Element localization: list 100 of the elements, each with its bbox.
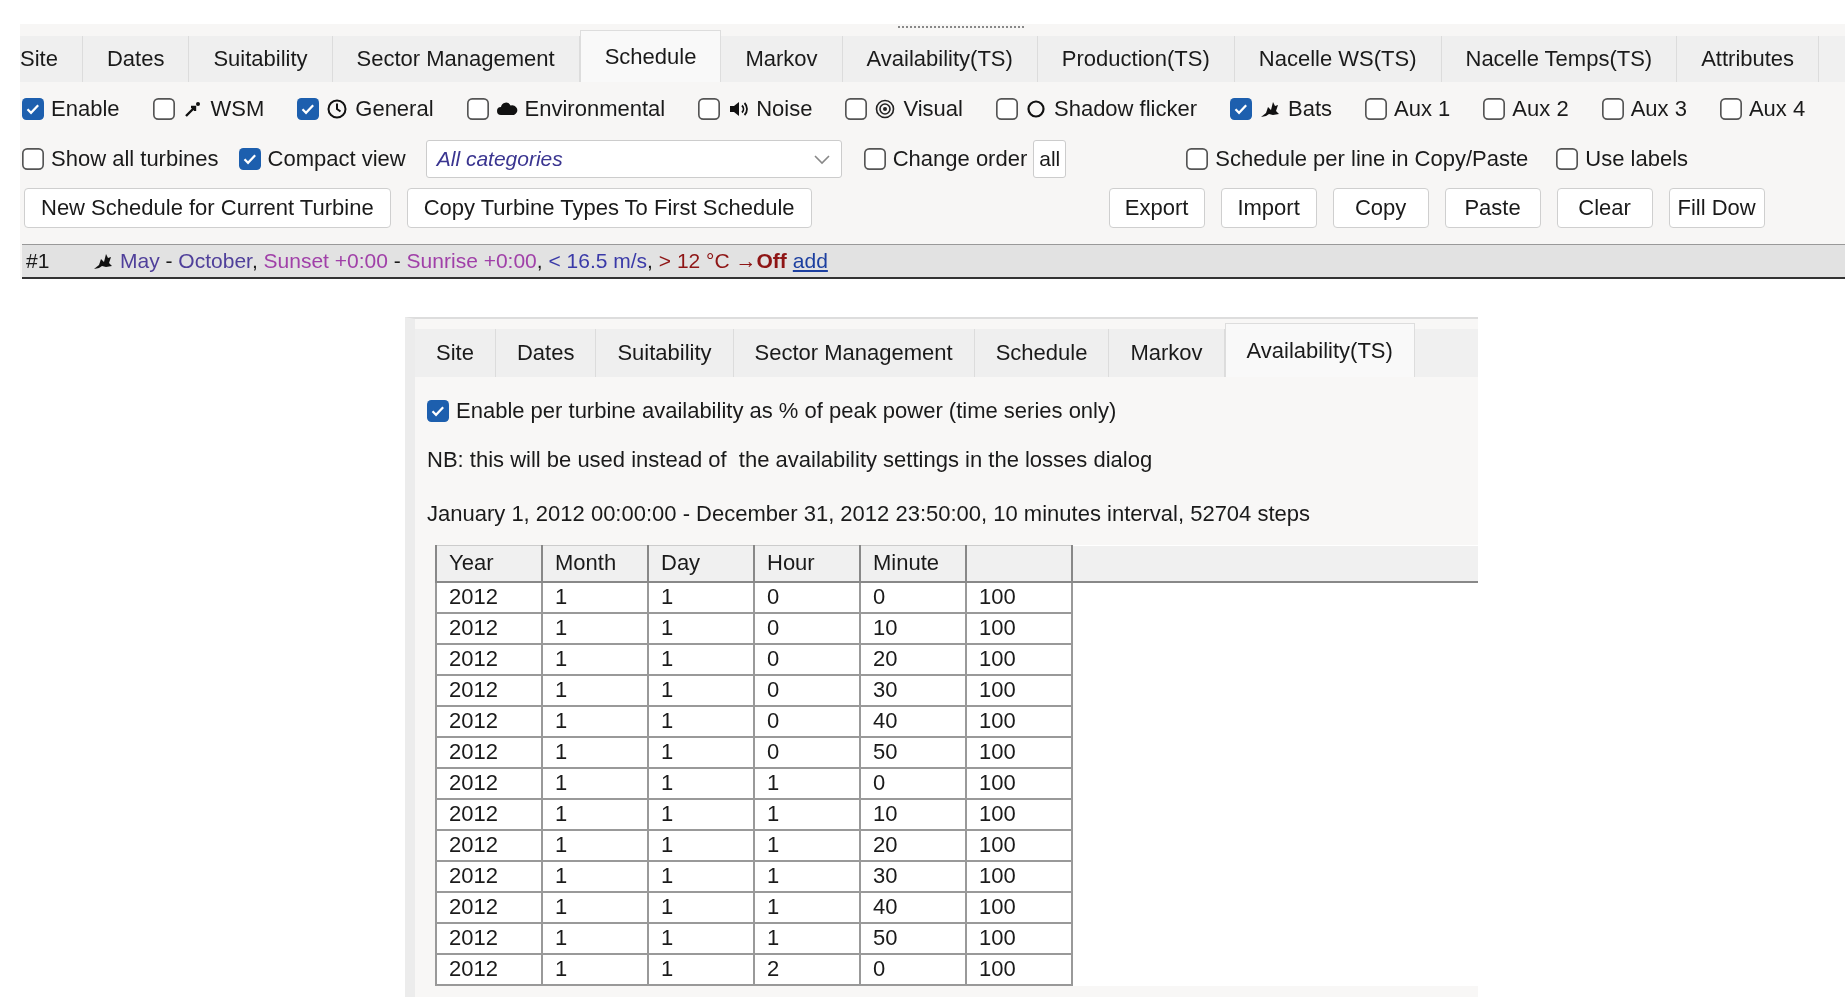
table-cell: 1 bbox=[648, 860, 754, 892]
button[interactable]: Clear bbox=[1556, 188, 1653, 228]
tab[interactable]: Site bbox=[20, 36, 83, 82]
checkbox[interactable] bbox=[297, 98, 320, 120]
column-header: Minute bbox=[860, 545, 966, 582]
table-cell: 2012 bbox=[436, 581, 542, 613]
checkbox[interactable] bbox=[1719, 98, 1742, 120]
table-cell: 50 bbox=[860, 736, 966, 768]
table-cell: 100 bbox=[966, 953, 1072, 985]
table-cell: 2 bbox=[754, 953, 860, 985]
checkbox[interactable] bbox=[22, 98, 44, 120]
table-cell: 10 bbox=[860, 612, 966, 644]
table-cell: 0 bbox=[860, 581, 966, 613]
checkbox-label: Use labels bbox=[1585, 146, 1689, 172]
table-cell: 10 bbox=[860, 798, 966, 830]
table-cell: 2012 bbox=[436, 922, 542, 954]
checkbox-label: Visual bbox=[903, 96, 963, 122]
table-cell: 1 bbox=[542, 891, 648, 923]
column-header: Day bbox=[648, 545, 754, 582]
table-cell: 0 bbox=[754, 643, 860, 675]
table-cell: 100 bbox=[966, 674, 1072, 706]
button[interactable]: Fill Dow bbox=[1668, 188, 1765, 228]
table-cell: 0 bbox=[754, 612, 860, 644]
checkbox[interactable] bbox=[427, 400, 449, 422]
button[interactable]: Copy bbox=[1332, 188, 1429, 228]
table-cell: 100 bbox=[966, 922, 1072, 954]
schedule-rule-text: May - October, Sunset +0:00 - Sunrise +0:00, < 16.5 m/s, > 12 °C →Off bbox=[120, 249, 787, 273]
checkbox[interactable] bbox=[22, 148, 44, 170]
table-cell: 2012 bbox=[436, 674, 542, 706]
table-cell: 1 bbox=[542, 674, 648, 706]
table-cell: 100 bbox=[966, 612, 1072, 644]
table-cell: 1 bbox=[542, 922, 648, 954]
add-link[interactable]: add bbox=[792, 249, 828, 273]
column-header: Hour bbox=[754, 545, 860, 582]
checkbox-label: Aux 3 bbox=[1630, 96, 1687, 122]
table-cell: 100 bbox=[966, 736, 1072, 768]
table-cell: 1 bbox=[542, 953, 648, 985]
table-cell: 100 bbox=[966, 643, 1072, 675]
button[interactable]: New Schedule for Current Turbine bbox=[24, 188, 391, 228]
checkbox[interactable] bbox=[466, 98, 489, 120]
checkbox[interactable] bbox=[1186, 148, 1209, 170]
table-cell: 2012 bbox=[436, 767, 542, 799]
table-cell: 2012 bbox=[436, 860, 542, 892]
table-cell: 100 bbox=[966, 767, 1072, 799]
checkbox[interactable] bbox=[1483, 98, 1506, 120]
clock-icon bbox=[326, 98, 349, 120]
checkbox-label: WSM bbox=[210, 96, 265, 122]
button[interactable]: Import bbox=[1220, 188, 1317, 228]
button[interactable]: Export bbox=[1108, 188, 1205, 228]
table-cell: 0 bbox=[754, 705, 860, 737]
checkbox[interactable] bbox=[238, 148, 261, 170]
eye-icon bbox=[874, 98, 897, 120]
schedule-row[interactable]: #1 May - October, Sunset +0:00 - Sunrise +0:00, < 16.5 m/s, > 12 °C →Off add bbox=[22, 244, 1845, 279]
table-cell: 2012 bbox=[436, 612, 542, 644]
order-button[interactable]: all bbox=[1033, 140, 1067, 178]
table-cell: 20 bbox=[860, 829, 966, 861]
table-cell: 100 bbox=[966, 581, 1072, 613]
checkbox[interactable] bbox=[1365, 98, 1388, 120]
table-cell: 1 bbox=[754, 767, 860, 799]
table-cell: 100 bbox=[966, 860, 1072, 892]
tab[interactable]: Schedule bbox=[579, 30, 722, 82]
table-cell: 1 bbox=[648, 829, 754, 861]
checkbox[interactable] bbox=[863, 148, 886, 170]
table-cell: 2012 bbox=[436, 798, 542, 830]
note-text: NB: this will be used instead of the availability settings in the losses dialog bbox=[426, 447, 1153, 473]
button[interactable]: Paste bbox=[1444, 188, 1541, 228]
column-header: Month bbox=[542, 545, 648, 582]
checkbox-label: Noise bbox=[756, 96, 813, 122]
checkbox[interactable] bbox=[996, 98, 1018, 120]
table-cell: 1 bbox=[648, 767, 754, 799]
table-cell: 0 bbox=[754, 581, 860, 613]
table-cell: 1 bbox=[754, 891, 860, 923]
checkbox[interactable] bbox=[1601, 98, 1624, 120]
table-cell: 1 bbox=[542, 798, 648, 830]
checkbox-label: Shadow flicker bbox=[1054, 96, 1198, 122]
table-cell: 100 bbox=[966, 705, 1072, 737]
checkbox[interactable] bbox=[1556, 148, 1579, 170]
table-cell: 1 bbox=[542, 643, 648, 675]
checkbox[interactable] bbox=[1230, 98, 1253, 120]
checkbox[interactable] bbox=[152, 98, 175, 120]
table-cell: 0 bbox=[860, 953, 966, 985]
table-cell: 1 bbox=[542, 705, 648, 737]
category-dropdown[interactable]: All categories bbox=[425, 140, 842, 178]
table-cell: 40 bbox=[860, 705, 966, 737]
table-cell: 0 bbox=[860, 767, 966, 799]
table-cell: 1 bbox=[648, 891, 754, 923]
checkbox-label: Environmental bbox=[524, 96, 666, 122]
checkbox[interactable] bbox=[698, 98, 721, 120]
table-cell: 2012 bbox=[436, 891, 542, 923]
checkbox[interactable] bbox=[845, 98, 868, 120]
table-cell: 1 bbox=[542, 612, 648, 644]
table-cell: 100 bbox=[966, 829, 1072, 861]
button[interactable]: Copy Turbine Types To First Schedule bbox=[406, 188, 812, 228]
table-cell: 1 bbox=[754, 829, 860, 861]
checkbox-label: Aux 1 bbox=[1394, 96, 1451, 122]
table-cell: 20 bbox=[860, 643, 966, 675]
table-cell: 1 bbox=[754, 798, 860, 830]
ring-icon bbox=[1025, 98, 1047, 120]
tab[interactable]: Availability(TS) bbox=[1224, 323, 1415, 377]
table-cell: 30 bbox=[860, 860, 966, 892]
